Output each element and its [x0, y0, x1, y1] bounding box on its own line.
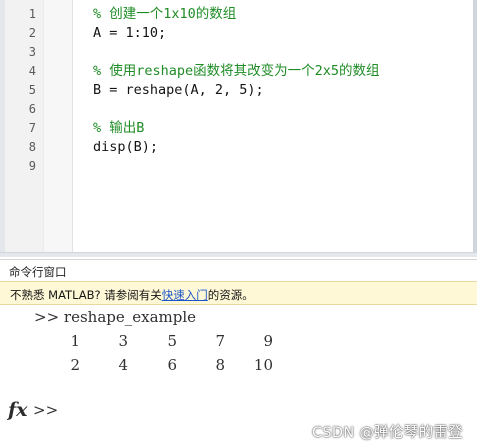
- command-window-header: 命令行窗口: [0, 259, 477, 281]
- output-value: 2: [70, 356, 80, 374]
- output-value: 1: [70, 332, 80, 350]
- info-bar-text: 不熟悉 MATLAB? 请参阅有关快速入门的资源。: [10, 287, 254, 303]
- editor-line[interactable]: 4 % 使用reshape函数将其改变为一个2x5的数组: [0, 62, 477, 81]
- output-value: 4: [118, 356, 128, 374]
- line-number: 4: [28, 64, 36, 78]
- line-number: 1: [28, 7, 36, 21]
- quick-start-link[interactable]: 快速入门: [162, 288, 208, 302]
- editor-line[interactable]: 2 A = 1:10;: [0, 24, 477, 43]
- editor-line[interactable]: 6: [0, 100, 477, 119]
- editor-line[interactable]: 1 % 创建一个1x10的数组: [0, 5, 477, 24]
- editor-line[interactable]: 8 disp(B);: [0, 138, 477, 157]
- line-number: 7: [28, 121, 36, 135]
- code-statement: B = reshape(A, 2, 5);: [93, 82, 264, 98]
- code-statement: A = 1:10;: [93, 25, 167, 41]
- editor-line[interactable]: 5 B = reshape(A, 2, 5);: [0, 81, 477, 100]
- code-comment: % 创建一个1x10的数组: [93, 6, 237, 22]
- code-comment: % 使用reshape函数将其改变为一个2x5的数组: [93, 63, 380, 79]
- code-statement: disp(B);: [93, 139, 159, 155]
- editor-line[interactable]: 3: [0, 43, 477, 62]
- history-command-line: >> reshape_example: [34, 308, 196, 326]
- info-bar-prefix: 不熟悉 MATLAB? 请参阅有关: [10, 288, 162, 302]
- output-value: 7: [215, 332, 225, 350]
- output-value: 8: [215, 356, 225, 374]
- line-number: 3: [28, 45, 36, 59]
- getting-started-bar: 不熟悉 MATLAB? 请参阅有关快速入门的资源。: [0, 281, 477, 305]
- code-editor[interactable]: 1 % 创建一个1x10的数组 2 A = 1:10; 3 4 % 使用reshape函数将…: [0, 0, 477, 257]
- history-command: reshape_example: [63, 308, 197, 326]
- line-number: 2: [28, 26, 36, 40]
- watermark: CSDN @弹伦琴的雷登: [311, 425, 463, 441]
- output-value: 10: [253, 356, 273, 374]
- command-window-title: 命令行窗口: [9, 265, 67, 279]
- command-window[interactable]: >> reshape_example 1 3 5 7 9 2 4 6 8 10 fx >> CSD…: [0, 305, 477, 448]
- editor-line[interactable]: 9: [0, 157, 477, 176]
- info-bar-suffix: 的资源。: [207, 288, 254, 302]
- line-number: 6: [28, 102, 36, 116]
- history-prompt: >>: [34, 308, 60, 326]
- output-value: 6: [167, 356, 177, 374]
- editor-scrollbar-area: [0, 252, 477, 257]
- function-browser-icon[interactable]: fx: [8, 399, 28, 421]
- output-value: 9: [263, 332, 273, 350]
- editor-line[interactable]: 7 % 输出B: [0, 119, 477, 138]
- output-row: 1 3 5 7 9: [0, 332, 477, 354]
- code-comment: % 输出B: [93, 120, 145, 136]
- output-value: 5: [167, 332, 177, 350]
- line-number: 8: [28, 140, 36, 154]
- line-number: 9: [28, 159, 36, 173]
- line-number: 5: [28, 83, 36, 97]
- output-value: 3: [118, 332, 128, 350]
- output-row: 2 4 6 8 10: [0, 356, 477, 378]
- command-input[interactable]: [52, 401, 232, 423]
